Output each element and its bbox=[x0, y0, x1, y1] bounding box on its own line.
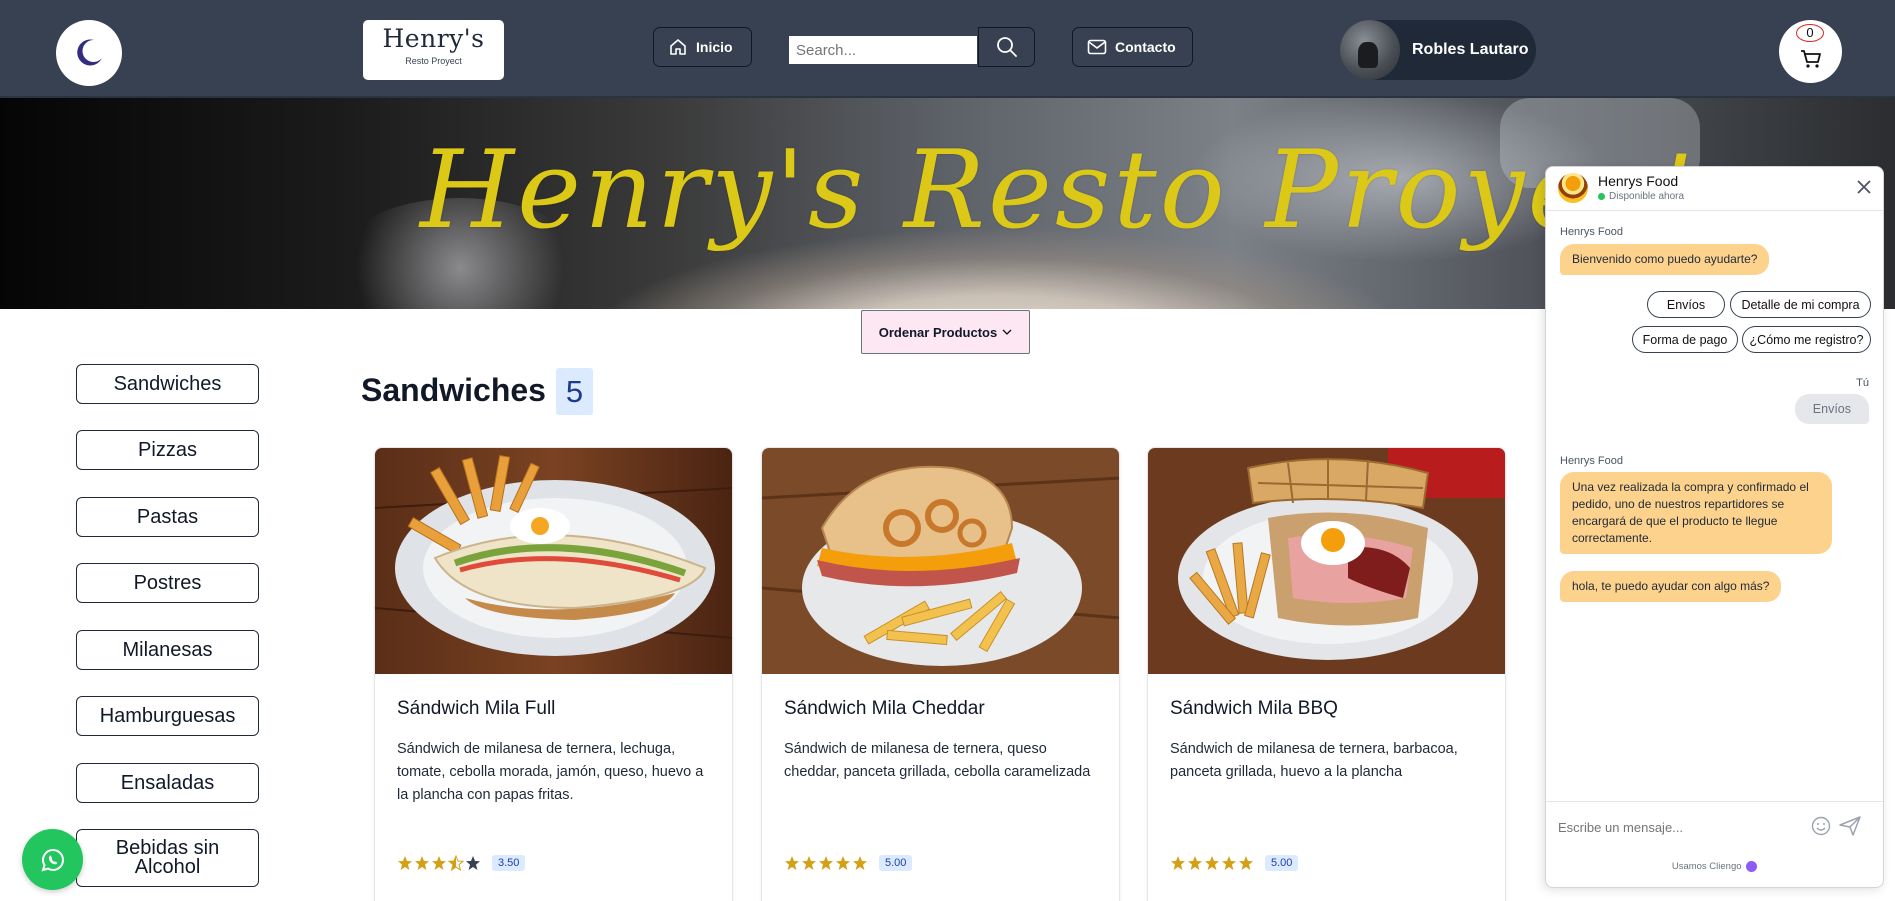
close-icon bbox=[1857, 180, 1871, 194]
search-icon bbox=[996, 37, 1017, 57]
section-count-badge: 5 bbox=[556, 368, 593, 415]
category-postres[interactable]: Postres bbox=[76, 563, 259, 603]
chat-avatar bbox=[1558, 173, 1588, 203]
product-description: Sándwich de milanesa de ternera, barbaco… bbox=[1170, 741, 1458, 780]
product-card[interactable]: Sándwich Mila Full Sándwich de milanesa … bbox=[374, 447, 733, 901]
quick-reply-registro[interactable]: ¿Cómo me registro? bbox=[1742, 326, 1871, 353]
sort-products-button[interactable]: Ordenar Productos bbox=[861, 310, 1030, 354]
star-full-icon bbox=[432, 856, 446, 870]
cliengo-logo-icon bbox=[1746, 861, 1758, 872]
chat-footer-text: Usamos Cliengo bbox=[1671, 861, 1742, 873]
whatsapp-icon bbox=[40, 848, 64, 871]
star-full-icon bbox=[836, 856, 850, 870]
category-pizzas[interactable]: Pizzas bbox=[76, 430, 259, 470]
star-full-icon bbox=[1205, 856, 1219, 870]
hero-title: Henry's Resto Proyect bbox=[420, 128, 1705, 253]
product-name: Sándwich Mila Full bbox=[397, 698, 556, 719]
logo-title: Henry's bbox=[382, 24, 485, 53]
rating-value-badge: 5.00 bbox=[879, 855, 913, 871]
category-sandwiches[interactable]: Sandwiches bbox=[76, 364, 259, 404]
chat-bot-message: Bienvenido como puedo ayudarte? bbox=[1560, 244, 1770, 275]
product-rating: 5.00 bbox=[1170, 855, 1299, 871]
product-rating: 5.00 bbox=[784, 855, 913, 871]
quick-reply-forma-pago[interactable]: Forma de pago bbox=[1632, 326, 1738, 353]
sort-label: Ordenar Productos bbox=[878, 324, 998, 340]
chat-user-message: Envíos bbox=[1794, 394, 1869, 424]
product-image bbox=[1148, 448, 1505, 674]
online-status-dot bbox=[1598, 193, 1605, 200]
home-icon bbox=[670, 39, 686, 55]
product-description: Sándwich de milanesa de ternera, queso c… bbox=[784, 741, 1091, 780]
product-name: Sándwich Mila BBQ bbox=[1170, 698, 1338, 719]
moon-icon bbox=[77, 39, 102, 66]
product-image bbox=[375, 448, 732, 674]
star-half-icon bbox=[448, 855, 464, 871]
chat-widget: Henrys Food Disponible ahora Henrys Food… bbox=[1545, 166, 1884, 888]
product-name: Sándwich Mila Cheddar bbox=[784, 698, 985, 719]
cart-count-badge: 0 bbox=[1796, 24, 1824, 42]
chat-user-label: Tú bbox=[1856, 377, 1869, 389]
cart-icon bbox=[1800, 49, 1821, 68]
chat-sender-label: Henrys Food bbox=[1560, 226, 1623, 238]
chat-status-text: Disponible ahora bbox=[1609, 191, 1685, 202]
mail-icon bbox=[1087, 39, 1107, 55]
product-rating: 3.50 bbox=[397, 855, 526, 871]
emoji-icon bbox=[1811, 816, 1831, 836]
chat-message-input[interactable] bbox=[1558, 814, 1798, 840]
home-button[interactable]: Inicio bbox=[653, 27, 752, 67]
home-label: Inicio bbox=[696, 39, 733, 55]
user-menu[interactable]: Robles Lautaro bbox=[1340, 20, 1536, 80]
chat-bot-message: Una vez realizada la compra y confirmado… bbox=[1560, 472, 1832, 554]
send-icon bbox=[1839, 816, 1861, 836]
chat-sender-label: Henrys Food bbox=[1560, 455, 1623, 467]
star-full-icon bbox=[785, 856, 799, 870]
star-full-icon bbox=[1171, 856, 1185, 870]
send-message-button[interactable] bbox=[1838, 814, 1862, 843]
star-full-icon bbox=[1188, 856, 1202, 870]
star-empty-icon bbox=[466, 856, 480, 870]
logo[interactable]: Henry's Resto Proyect bbox=[363, 20, 504, 80]
quick-reply-envios[interactable]: Envíos bbox=[1647, 291, 1725, 318]
contact-button[interactable]: Contacto bbox=[1072, 27, 1193, 67]
star-full-icon bbox=[819, 856, 833, 870]
product-description: Sándwich de milanesa de ternera, lechuga… bbox=[397, 741, 704, 803]
chat-input-bar bbox=[1546, 801, 1883, 851]
category-hamburguesas[interactable]: Hamburguesas bbox=[76, 696, 259, 736]
star-full-icon bbox=[853, 856, 867, 870]
quick-reply-detalle-compra[interactable]: Detalle de mi compra bbox=[1730, 291, 1871, 318]
theme-toggle-button[interactable] bbox=[56, 20, 122, 86]
star-full-icon bbox=[415, 856, 429, 870]
product-card[interactable]: Sándwich Mila BBQ Sándwich de milanesa d… bbox=[1147, 447, 1506, 901]
category-bebidas-sin-alcohol[interactable]: Bebidas sin Alcohol bbox=[76, 829, 259, 887]
star-full-icon bbox=[1222, 856, 1236, 870]
chevron-down-icon bbox=[1002, 329, 1012, 335]
rating-value-badge: 5.00 bbox=[1265, 855, 1299, 871]
avatar bbox=[1340, 20, 1400, 80]
emoji-button[interactable] bbox=[1811, 816, 1831, 841]
contact-label: Contacto bbox=[1115, 39, 1176, 55]
cart-button[interactable]: 0 bbox=[1779, 20, 1842, 83]
star-full-icon bbox=[1239, 856, 1253, 870]
product-image bbox=[762, 448, 1119, 674]
search-input[interactable] bbox=[789, 36, 977, 64]
star-full-icon bbox=[802, 856, 816, 870]
category-ensaladas[interactable]: Ensaladas bbox=[76, 763, 259, 803]
category-milanesas[interactable]: Milanesas bbox=[76, 630, 259, 670]
section-title: Sandwiches bbox=[361, 372, 546, 408]
star-full-icon bbox=[398, 856, 412, 870]
logo-subtitle: Resto Proyect bbox=[405, 56, 462, 66]
chat-header: Henrys Food Disponible ahora bbox=[1546, 167, 1883, 211]
search-button[interactable] bbox=[978, 27, 1035, 67]
chat-close-button[interactable] bbox=[1856, 179, 1872, 200]
user-name: Robles Lautaro bbox=[1412, 41, 1529, 58]
category-pastas[interactable]: Pastas bbox=[76, 497, 259, 537]
product-card[interactable]: Sándwich Mila Cheddar Sándwich de milane… bbox=[761, 447, 1120, 901]
whatsapp-button[interactable] bbox=[22, 829, 83, 890]
chat-bot-message: hola, te puedo ayudar con algo más? bbox=[1560, 571, 1782, 602]
chat-status: Disponible ahora bbox=[1598, 191, 1684, 202]
rating-value-badge: 3.50 bbox=[492, 855, 526, 871]
navbar: Henry's Resto Proyect Inicio Contacto Ro… bbox=[0, 0, 1895, 98]
chat-footer[interactable]: Usamos Cliengo bbox=[1546, 861, 1883, 872]
chat-title: Henrys Food bbox=[1598, 173, 1679, 189]
